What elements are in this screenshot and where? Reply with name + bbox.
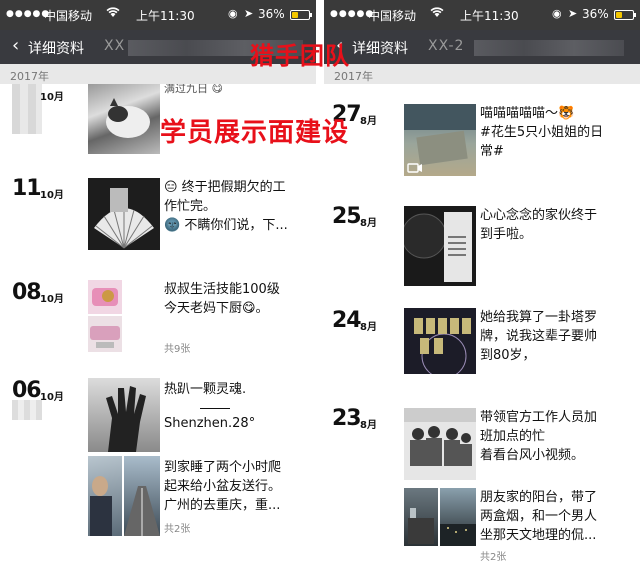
back-chevron-icon[interactable]: ‹: [12, 35, 19, 56]
watermark-subtitle: 学员展示面建设: [160, 118, 350, 148]
battery-icon: [290, 10, 312, 20]
post-text: 😑 终于把假期欠的工 作忙完。 🌚 不瞒你们说，下...: [164, 180, 288, 233]
post-text-location: Shenzhen.28°: [164, 416, 256, 431]
clock: 上午11:30: [460, 9, 519, 23]
post-thumbnail-hand[interactable]: [88, 378, 160, 452]
post-thumbnail-cat[interactable]: [88, 84, 160, 154]
post-month: 8月: [360, 116, 377, 127]
battery-percent: 36%: [582, 7, 609, 21]
post-text: 带领官方工作人员加 班加点的忙 着看台风小视频。: [480, 410, 598, 463]
post-day: 24: [332, 308, 362, 333]
back-button[interactable]: 详细资料: [28, 38, 84, 58]
post-thumbnail-cd[interactable]: [404, 206, 476, 286]
blurred-name: [474, 40, 624, 56]
post-text: 满过九日 😋: [164, 84, 223, 94]
carrier-label: 中国移动: [44, 9, 93, 23]
moments-panel-right: ●●●●● 中国移动 上午11:30 ◉ ➤ 36% ‹ 详细资料 XX-2 2…: [324, 0, 640, 565]
watermark-title: 猎手团队: [250, 42, 350, 70]
post-month: 10月: [40, 190, 64, 201]
post-thumbnail-group[interactable]: [404, 408, 476, 480]
image-count: 共2张: [480, 552, 507, 563]
post-video-thumbnail[interactable]: [404, 104, 476, 176]
nav-title: XX: [104, 38, 126, 54]
battery-icon: [614, 10, 636, 20]
post-text: 到家睡了两个小时爬 起来给小盆友送行。 广州的去重庆，重...: [164, 460, 282, 513]
post-day: 25: [332, 204, 362, 229]
post-day: 11: [12, 176, 42, 201]
location-icon: ➤: [244, 7, 254, 20]
post-text: 心心念念的家伙终于 到手啦。: [480, 208, 598, 242]
moments-panel-left: ●●●●● 中国移动 上午11:30 ◉ ➤ 36% ‹ 详细资料 XX 201…: [0, 0, 316, 565]
post-month: 8月: [360, 218, 377, 229]
post-month: 10月: [40, 294, 64, 305]
post-month: 8月: [360, 322, 377, 333]
blurred-location: [12, 400, 42, 420]
text-divider: [200, 408, 230, 409]
nav-title: XX-2: [428, 38, 465, 54]
back-button[interactable]: 详细资料: [352, 38, 408, 58]
post-thumbnail-tarot[interactable]: [404, 308, 476, 374]
post-month: 8月: [360, 420, 377, 431]
post-text: 喵喵喵喵喵～🐯 #花生5只小姐姐的日 常#: [480, 106, 604, 159]
post-day: 23: [332, 406, 362, 431]
post-text: 叔叔生活技能100级 今天老妈下厨😋。: [164, 282, 280, 316]
image-count: 共2张: [164, 524, 191, 535]
post-thumbnail-balcony[interactable]: [404, 488, 438, 546]
post-text: 朋友家的阳台，带了 两盒烟，和一个男人 坐那天文地理的侃...: [480, 490, 598, 543]
battery-percent: 36%: [258, 7, 285, 21]
panel-divider: [316, 0, 324, 565]
post-thumbnail-balcony[interactable]: [440, 488, 476, 546]
post-month: 10月: [40, 92, 64, 103]
rotation-lock-icon: ◉: [552, 7, 562, 20]
image-count: 共9张: [164, 344, 191, 355]
wifi-icon: [430, 6, 444, 21]
carrier-label: 中国移动: [368, 9, 417, 23]
post-thumbnail-food[interactable]: [88, 316, 122, 352]
post-day: 08: [12, 280, 42, 305]
blurred-date: [12, 84, 42, 134]
post-thumbnail-food[interactable]: [88, 280, 122, 314]
nav-bar: ‹ 详细资料 XX-2: [324, 30, 640, 64]
wifi-icon: [106, 6, 120, 21]
post-text: 热趴一颗灵魂.: [164, 382, 247, 397]
rotation-lock-icon: ◉: [228, 7, 238, 20]
post-thumbnail-street[interactable]: [124, 456, 160, 536]
status-bar: ●●●●● 中国移动 上午11:30 ◉ ➤ 36%: [0, 0, 316, 30]
clock: 上午11:30: [136, 9, 195, 23]
post-thumbnail-street[interactable]: [88, 456, 122, 536]
year-header: 2017年: [324, 64, 640, 84]
location-icon: ➤: [568, 7, 578, 20]
status-bar: ●●●●● 中国移动 上午11:30 ◉ ➤ 36%: [324, 0, 640, 30]
post-month: 10月: [40, 392, 64, 403]
post-thumbnail-fan[interactable]: [88, 178, 160, 250]
post-text: 她给我算了一卦塔罗 牌，说我这辈子要帅 到80岁，: [480, 310, 598, 363]
